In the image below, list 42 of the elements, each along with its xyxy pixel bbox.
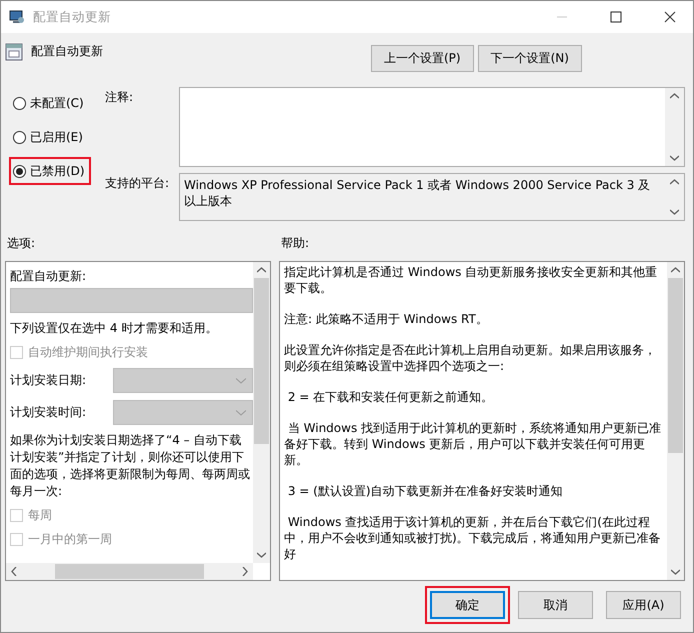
highlighted-radio-option[interactable]: 已禁用(D) (9, 157, 91, 185)
window-title: 配置自动更新 (33, 8, 112, 26)
chevron-down-icon (236, 410, 246, 416)
dialog-button[interactable]: 确定 (430, 591, 505, 619)
field-label: 计划安装日期: (10, 372, 86, 389)
help-paragraph: 指定此计算机是否通过 Windows 自动更新服务接收安全更新和其他重要下载。 (284, 264, 658, 296)
scrollbar-thumb[interactable] (55, 564, 204, 579)
help-paragraph: Windows 查找适用于该计算机的更新，并在后台下载它们(在此过程中，用户不会收到通知或被打扰)。下载完成后，将通知用户更新已准备好 (284, 514, 662, 562)
vertical-scrollbar[interactable] (665, 88, 684, 166)
computer-icon (9, 9, 25, 25)
field-label: 计划安装时间: (10, 404, 86, 421)
options-note: 如果你为计划安装日期选择了“4 – 自动下载计划安装”并指定了计划，则你还可以使用下面的选项，选择将更新限制为每周、每两周或每月一次: (10, 432, 251, 500)
dialog-button[interactable]: 应用(A) (606, 591, 681, 619)
vertical-scrollbar[interactable] (253, 262, 270, 563)
options-note: 下列设置仅在选中 4 时才需要和适用。 (10, 320, 218, 337)
help-label: 帮助: (281, 235, 310, 252)
scrollbar-thumb[interactable] (254, 278, 269, 444)
help-paragraph: 当 Windows 找到适用于此计算机的更新时，系统将通知用户更新已准备好下载。转到 Windows 更新后，用户可以下载并安装任何可用更新。 (284, 420, 662, 468)
policy-icon (5, 43, 23, 61)
options-heading: 配置自动更新: (10, 268, 88, 285)
help-paragraph: 3 = (默认设置)自动下载更新并在准备好安装时通知 (286, 483, 564, 499)
comment-field[interactable] (179, 87, 685, 167)
policy-name: 配置自动更新 (31, 43, 104, 60)
vertical-scrollbar[interactable] (667, 262, 684, 580)
chevron-down-icon (236, 378, 246, 384)
checkbox-label: 每周 (28, 507, 52, 524)
radio-option[interactable]: 已启用(E) (9, 123, 89, 151)
nav-button[interactable]: 上一个设置(P) (371, 45, 474, 72)
nav-button[interactable]: 下一个设置(N) (478, 45, 582, 72)
checkbox-label: 自动维护期间执行安装 (28, 344, 148, 361)
platform-label: 支持的平台: (105, 175, 170, 192)
radio-option[interactable]: 未配置(C) (9, 89, 90, 117)
comment-label: 注释: (105, 89, 134, 106)
help-paragraph: 此设置允许你指定是否在此计算机上启用自动更新。如果启用该服务，则必须在组策略设置中选择四个选项之一: (284, 342, 657, 374)
help-paragraph: 注意: 此策略不适用于 Windows RT。 (284, 311, 489, 327)
scrollbar-thumb[interactable] (668, 278, 683, 453)
platform-text: Windows XP Professional Service Pack 1 或者 Windows 2000 Service Pack 3 及以上版本 (183, 177, 652, 210)
horizontal-scrollbar[interactable] (6, 563, 253, 580)
options-label: 选项: (7, 235, 36, 252)
dialog-button[interactable]: 取消 (518, 591, 593, 619)
help-paragraph: 2 = 在下载和安装任何更新之前通知。 (286, 389, 494, 405)
checkbox-label: 一月中的第一周 (28, 531, 112, 548)
